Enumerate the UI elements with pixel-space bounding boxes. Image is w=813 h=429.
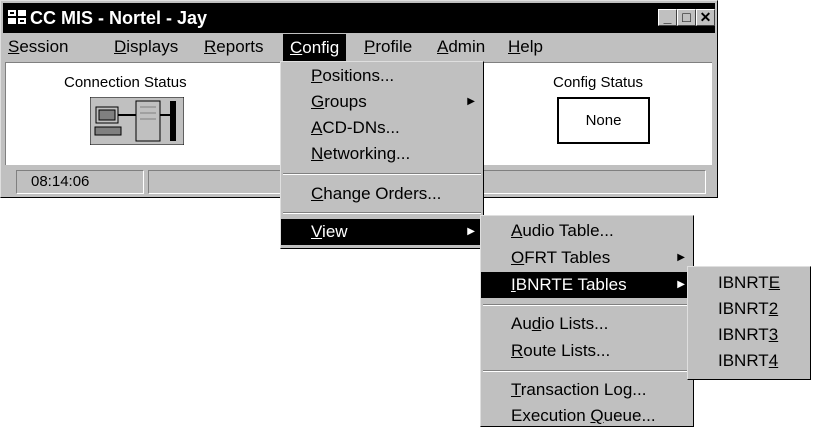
menu-item-ibnrte-tables[interactable]: IBNRTE Tables ▶ bbox=[481, 272, 693, 298]
menu-help[interactable]: Help bbox=[508, 37, 543, 57]
menu-help-text-rest: elp bbox=[520, 37, 543, 56]
positions-text-rest: ositions... bbox=[322, 66, 395, 85]
audio-lists-text: Au bbox=[511, 314, 532, 333]
acd-dns-accel: A bbox=[311, 118, 323, 137]
menu-item-audio-lists[interactable]: Audio Lists... bbox=[481, 311, 693, 337]
menu-config[interactable]: Config bbox=[283, 34, 347, 61]
positions-accel: P bbox=[311, 66, 323, 85]
menu-profile-accel: P bbox=[364, 37, 376, 56]
route-lists-text-rest: oute Lists... bbox=[523, 341, 611, 360]
execution-queue-text-rest: ueue... bbox=[603, 406, 656, 425]
change-orders-accel: C bbox=[311, 184, 324, 203]
app-icon bbox=[8, 10, 26, 24]
ofrt-tables-text-rest: FRT Tables bbox=[524, 248, 611, 267]
ibnrte-tables-text-rest: BNRTE Tables bbox=[515, 275, 627, 294]
ibnrt3-text: IBNRT bbox=[718, 325, 769, 344]
menu-item-ibnrte[interactable]: IBNRTE bbox=[688, 270, 810, 296]
networking-text-rest: etworking... bbox=[323, 144, 411, 163]
menu-session[interactable]: Session bbox=[8, 37, 68, 57]
route-lists-accel: R bbox=[511, 341, 524, 360]
menu-item-ibnrt3[interactable]: IBNRT3 bbox=[688, 322, 810, 348]
view-accel: V bbox=[311, 222, 323, 241]
menu-separator bbox=[283, 212, 481, 214]
title-bar[interactable]: CC MIS - Nortel - Jay _ □ ✕ bbox=[3, 3, 715, 33]
view-text-rest: iew bbox=[322, 222, 348, 241]
ibnrt4-text: IBNRT bbox=[718, 351, 769, 370]
menu-displays-accel: D bbox=[114, 37, 127, 56]
menu-bar: Session Displays Reports Config Profile … bbox=[3, 34, 715, 61]
menu-item-route-lists[interactable]: Route Lists... bbox=[481, 338, 693, 364]
ibnrte-submenu: IBNRTE IBNRT2 IBNRT3 IBNRT4 bbox=[687, 266, 811, 380]
audio-lists-accel: d bbox=[531, 314, 542, 333]
menu-profile-text-rest: rofile bbox=[375, 37, 413, 56]
menu-item-ibnrt4[interactable]: IBNRT4 bbox=[688, 348, 810, 374]
menu-session-accel: S bbox=[8, 37, 20, 56]
ibnrt2-text: IBNRT bbox=[718, 299, 769, 318]
menu-separator bbox=[483, 304, 691, 306]
acd-dns-text-rest: CD-DNs... bbox=[322, 118, 400, 137]
menu-item-acd-dns[interactable]: ACD-DNs... bbox=[281, 115, 483, 141]
submenu-arrow-icon: ▶ bbox=[467, 226, 475, 237]
submenu-arrow-icon: ▶ bbox=[677, 252, 685, 263]
menu-displays[interactable]: Displays bbox=[114, 37, 178, 57]
networking-accel: N bbox=[311, 144, 324, 163]
menu-item-transaction-log[interactable]: Transaction Log... bbox=[481, 377, 693, 403]
menu-config-accel: C bbox=[290, 38, 303, 57]
config-menu: Positions... Groups ▶ ACD-DNs... Networki… bbox=[280, 61, 484, 249]
menu-item-audio-table[interactable]: Audio Table... bbox=[481, 218, 693, 244]
menu-item-groups[interactable]: Groups ▶ bbox=[281, 89, 483, 115]
menu-config-text-rest: onfig bbox=[302, 38, 340, 57]
maximize-button[interactable]: □ bbox=[677, 9, 696, 26]
config-status-label: Config Status bbox=[553, 74, 644, 91]
minimize-button[interactable]: _ bbox=[658, 9, 677, 26]
connection-status-icon bbox=[90, 97, 184, 145]
execution-queue-text: Execution bbox=[511, 406, 591, 425]
submenu-arrow-icon: ▶ bbox=[467, 96, 475, 107]
audio-table-text-rest: udio Table... bbox=[522, 221, 614, 240]
connection-status-label: Connection Status bbox=[64, 74, 187, 91]
menu-admin-accel: A bbox=[437, 37, 449, 56]
audio-table-accel: A bbox=[511, 221, 523, 240]
status-time: 08:14:06 bbox=[16, 170, 144, 194]
menu-session-text-rest: ession bbox=[19, 37, 69, 56]
menu-reports[interactable]: Reports bbox=[204, 37, 264, 57]
change-orders-text-rest: hange Orders... bbox=[323, 184, 442, 203]
menu-item-execution-queue[interactable]: Execution Queue... bbox=[481, 403, 693, 429]
ibnrte-accel: E bbox=[768, 273, 781, 292]
ibnrt3-accel: 3 bbox=[768, 325, 779, 344]
menu-separator bbox=[483, 370, 691, 372]
ofrt-tables-accel: O bbox=[511, 248, 525, 267]
menu-displays-text-rest: isplays bbox=[126, 37, 179, 56]
menu-profile[interactable]: Profile bbox=[364, 37, 412, 57]
menu-item-ibnrt2[interactable]: IBNRT2 bbox=[688, 296, 810, 322]
groups-text-rest: roups bbox=[324, 92, 367, 111]
menu-item-networking[interactable]: Networking... bbox=[281, 141, 483, 167]
menu-item-change-orders[interactable]: Change Orders... bbox=[281, 181, 483, 207]
menu-item-positions[interactable]: Positions... bbox=[281, 63, 483, 89]
window-title: CC MIS - Nortel - Jay bbox=[30, 8, 208, 28]
menu-item-view[interactable]: View ▶ bbox=[281, 219, 483, 245]
ibnrt2-accel: 2 bbox=[768, 299, 779, 318]
config-status-value: None bbox=[557, 97, 650, 144]
ibnrte-text: IBNRT bbox=[718, 273, 769, 292]
menu-item-ofrt-tables[interactable]: OFRT Tables ▶ bbox=[481, 245, 693, 271]
menu-admin-text-rest: dmin bbox=[448, 37, 486, 56]
menu-reports-text-rest: eports bbox=[216, 37, 264, 56]
menu-help-accel: H bbox=[508, 37, 521, 56]
view-submenu: Audio Table... OFRT Tables ▶ IBNRTE Table… bbox=[480, 215, 694, 427]
submenu-arrow-icon: ▶ bbox=[677, 279, 685, 290]
execution-queue-accel: Q bbox=[590, 406, 604, 425]
close-button[interactable]: ✕ bbox=[696, 9, 715, 26]
groups-accel: G bbox=[311, 92, 325, 111]
audio-lists-text-rest: io Lists... bbox=[541, 314, 609, 333]
ibnrt4-accel: 4 bbox=[768, 351, 779, 370]
transaction-log-accel: T bbox=[511, 380, 521, 399]
menu-reports-accel: R bbox=[204, 37, 217, 56]
menu-separator bbox=[283, 173, 481, 175]
menu-admin[interactable]: Admin bbox=[437, 37, 485, 57]
transaction-log-text-rest: ransaction Log... bbox=[520, 380, 647, 399]
